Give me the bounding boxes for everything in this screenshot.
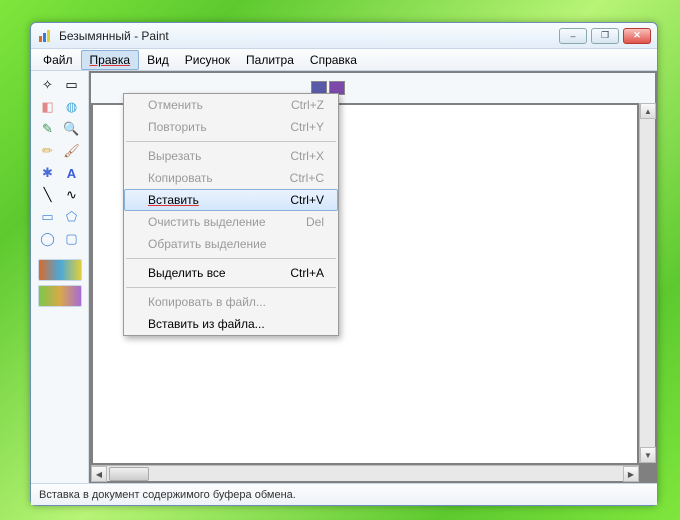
scroll-thumb[interactable] (109, 467, 149, 481)
menu-cut[interactable]: ВырезатьCtrl+X (124, 145, 338, 167)
menu-image[interactable]: Рисунок (177, 51, 238, 69)
menu-colors[interactable]: Палитра (238, 51, 302, 69)
titlebar[interactable]: Безымянный - Paint – ❐ ✕ (31, 23, 657, 49)
tool-ellipse[interactable]: ◯ (37, 229, 59, 249)
menu-file[interactable]: Файл (35, 51, 81, 69)
menu-help[interactable]: Справка (302, 51, 365, 69)
tool-airbrush[interactable]: ✱ (37, 163, 59, 183)
tool-rect-select[interactable]: ▭ (61, 75, 83, 95)
tool-options (38, 259, 82, 307)
edit-menu-dropdown: ОтменитьCtrl+Z ПовторитьCtrl+Y ВырезатьC… (123, 93, 339, 336)
menu-redo[interactable]: ПовторитьCtrl+Y (124, 116, 338, 138)
maximize-button[interactable]: ❐ (591, 28, 619, 44)
menu-undo[interactable]: ОтменитьCtrl+Z (124, 94, 338, 116)
menu-separator (126, 287, 336, 288)
paint-window: Безымянный - Paint – ❐ ✕ Файл Правка Вид… (30, 22, 658, 506)
minimize-button[interactable]: – (559, 28, 587, 44)
app-icon (37, 28, 53, 44)
desktop-background: Безымянный - Paint – ❐ ✕ Файл Правка Вид… (0, 0, 680, 520)
tool-polygon[interactable]: ⬠ (61, 207, 83, 227)
menu-view[interactable]: Вид (139, 51, 177, 69)
window-title: Безымянный - Paint (59, 29, 559, 43)
menu-copy-to-file[interactable]: Копировать в файл... (124, 291, 338, 313)
scroll-up-icon[interactable]: ▲ (640, 103, 656, 119)
close-button[interactable]: ✕ (623, 28, 651, 44)
status-text: Вставка в документ содержимого буфера об… (39, 489, 296, 501)
menu-edit[interactable]: Правка (81, 50, 140, 70)
tool-line[interactable]: ╲ (37, 185, 59, 205)
tool-option-2[interactable] (38, 285, 82, 307)
tool-picker[interactable]: ✎ (37, 119, 59, 139)
tool-text[interactable]: A (61, 163, 83, 183)
menu-separator (126, 258, 336, 259)
tool-brush[interactable]: 🖌 (61, 141, 83, 161)
window-buttons: – ❐ ✕ (559, 28, 651, 44)
menu-clear-selection[interactable]: Очистить выделениеDel (124, 211, 338, 233)
menu-paste-from-file[interactable]: Вставить из файла... (124, 313, 338, 335)
scroll-left-icon[interactable]: ◀ (91, 466, 107, 482)
statusbar: Вставка в документ содержимого буфера об… (31, 483, 657, 505)
tool-curve[interactable]: ∿ (61, 185, 83, 205)
tool-option-1[interactable] (38, 259, 82, 281)
menu-select-all[interactable]: Выделить всеCtrl+A (124, 262, 338, 284)
vertical-scrollbar[interactable]: ▲ ▼ (639, 103, 655, 463)
scroll-right-icon[interactable]: ▶ (623, 466, 639, 482)
menu-separator (126, 141, 336, 142)
menubar: Файл Правка Вид Рисунок Палитра Справка (31, 49, 657, 71)
scroll-down-icon[interactable]: ▼ (640, 447, 656, 463)
tool-pencil[interactable]: ✏ (37, 141, 59, 161)
tool-freeform-select[interactable]: ✧ (37, 75, 59, 95)
menu-invert-selection[interactable]: Обратить выделение (124, 233, 338, 255)
toolbox: ✧▭ ◧◍ ✎🔍 ✏🖌 ✱A ╲∿ ▭⬠ ◯▢ (31, 71, 89, 483)
menu-paste[interactable]: ВставитьCtrl+V (124, 189, 338, 211)
tool-rounded-rect[interactable]: ▢ (61, 229, 83, 249)
horizontal-scrollbar[interactable]: ◀ ▶ (91, 465, 639, 481)
menu-copy[interactable]: КопироватьCtrl+C (124, 167, 338, 189)
tool-magnifier[interactable]: 🔍 (61, 119, 83, 139)
tool-fill[interactable]: ◍ (61, 97, 83, 117)
tool-eraser[interactable]: ◧ (37, 97, 59, 117)
tool-rectangle[interactable]: ▭ (37, 207, 59, 227)
